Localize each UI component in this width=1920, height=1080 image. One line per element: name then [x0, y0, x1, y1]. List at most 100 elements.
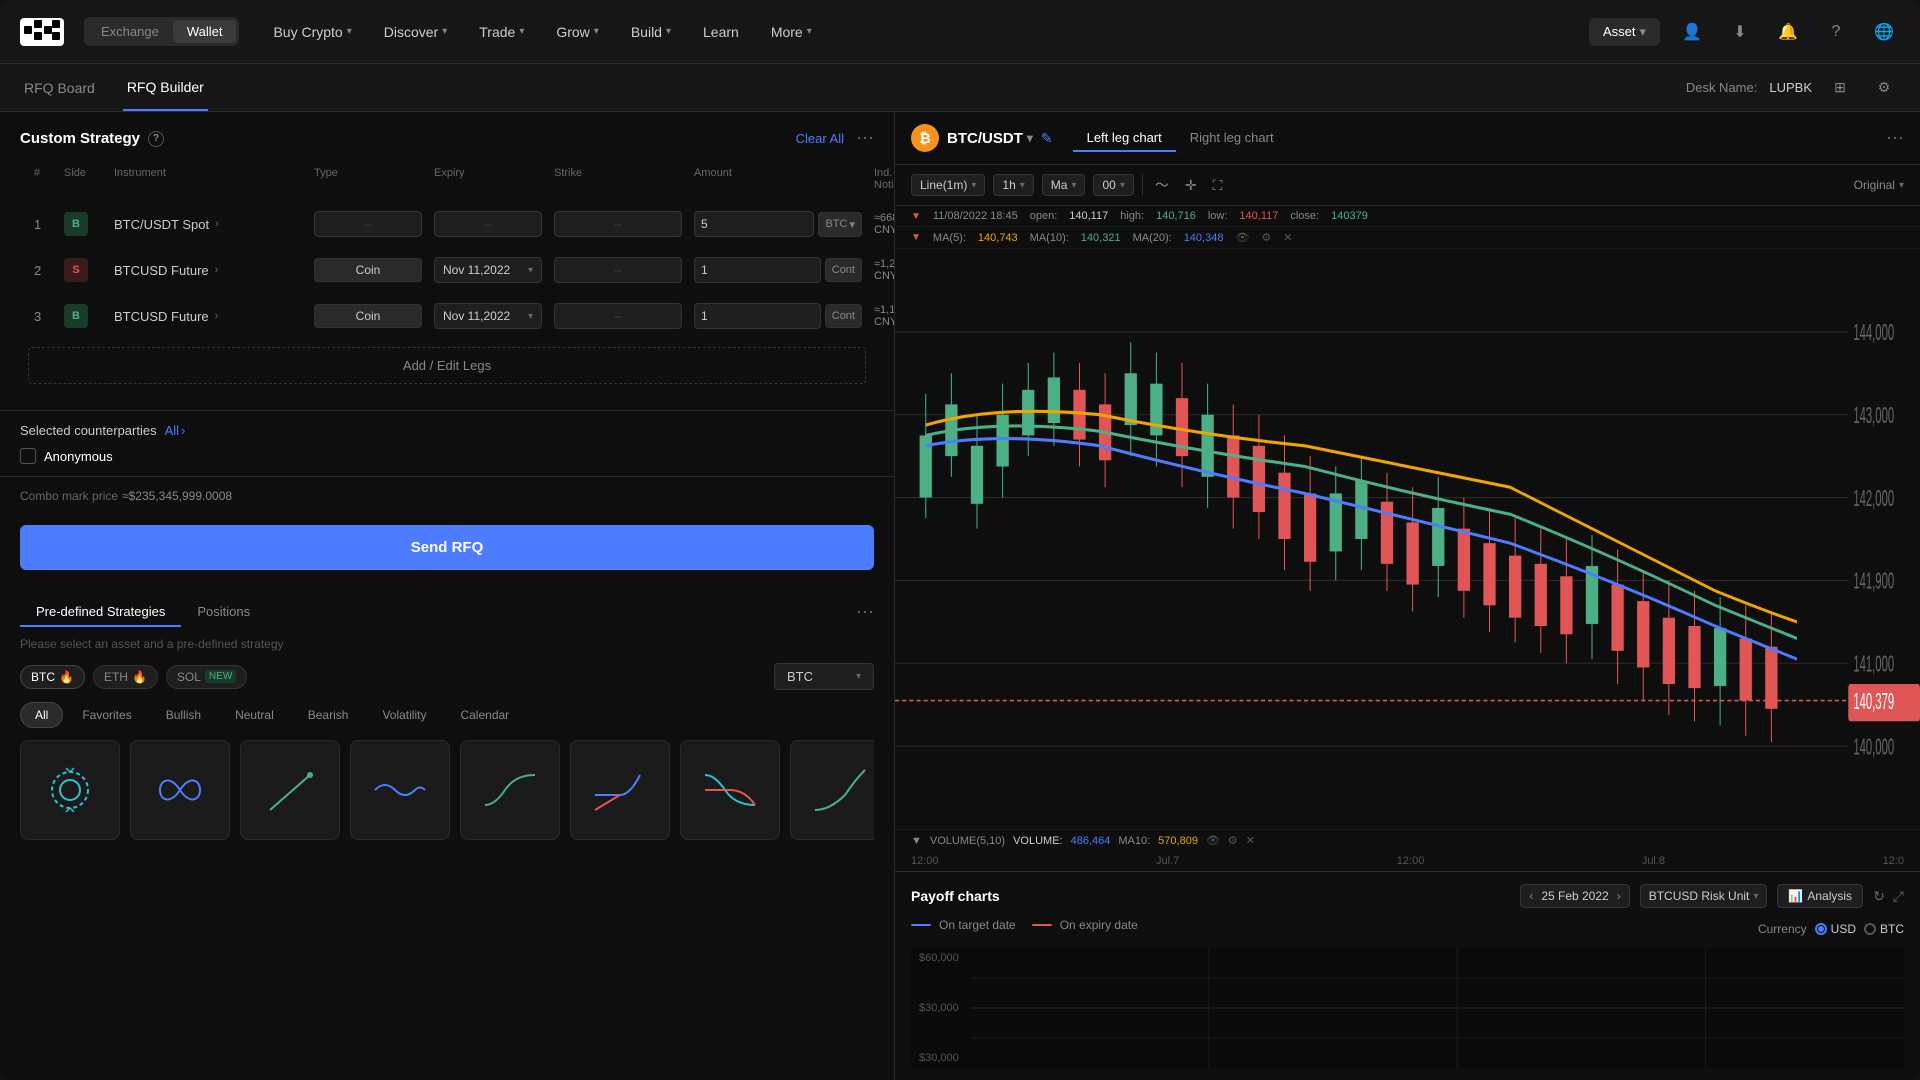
tab-left-leg[interactable]: Left leg chart: [1073, 125, 1176, 152]
strategy-card-4[interactable]: [350, 740, 450, 840]
strategy-help-icon[interactable]: ?: [148, 131, 164, 147]
chart-menu[interactable]: ⋯: [1886, 128, 1904, 149]
row2-expiry-select[interactable]: Nov 11,2022 ▾: [434, 257, 542, 283]
all-counterparties-link[interactable]: All ›: [165, 423, 186, 438]
cat-calendar[interactable]: Calendar: [445, 702, 524, 728]
settings-icon[interactable]: ⚙: [1868, 72, 1900, 104]
vol-eye-icon[interactable]: 👁: [1206, 834, 1220, 847]
row3-instrument-cell[interactable]: BTCUSD Future ›: [114, 309, 302, 324]
row2-strike-input[interactable]: --: [554, 257, 682, 283]
tab-right-leg[interactable]: Right leg chart: [1176, 125, 1288, 152]
strategy-card-7[interactable]: [680, 740, 780, 840]
nav-more[interactable]: More ▾: [757, 18, 826, 46]
row3-strike-input[interactable]: --: [554, 303, 682, 329]
sub-nav-rfq-builder[interactable]: RFQ Builder: [123, 64, 208, 111]
strategy-card-5[interactable]: [460, 740, 560, 840]
chip-btc[interactable]: BTC 🔥: [20, 665, 85, 689]
row3-instrument[interactable]: BTCUSD Future ›: [108, 305, 308, 328]
usd-radio[interactable]: [1815, 923, 1827, 935]
chart-crosshair-icon[interactable]: ✛: [1181, 175, 1201, 196]
ma-eye-icon[interactable]: 👁: [1235, 231, 1249, 244]
ma-collapse[interactable]: ▼: [911, 232, 921, 243]
wallet-toggle[interactable]: Wallet: [173, 20, 237, 43]
ma-close-icon[interactable]: ✕: [1283, 231, 1292, 244]
predefined-menu[interactable]: ⋯: [856, 602, 874, 623]
chart-fullscreen-icon[interactable]: ⛶: [1209, 175, 1227, 196]
okx-logo[interactable]: [20, 18, 64, 46]
line-type-select[interactable]: Line(1m) ▾: [911, 174, 985, 196]
tab-predefined[interactable]: Pre-defined Strategies: [20, 598, 181, 627]
asset-name[interactable]: BTC/USDT ▾: [947, 130, 1033, 147]
payoff-expand-icon[interactable]: ⤢: [1893, 888, 1904, 905]
row1-instrument[interactable]: BTC/USDT Spot ›: [108, 213, 308, 236]
nav-buy-crypto[interactable]: Buy Crypto ▾: [259, 18, 365, 46]
original-button[interactable]: Original ▾: [1854, 178, 1904, 192]
row3-type-select[interactable]: Coin: [314, 304, 422, 328]
asset-edit-icon[interactable]: ✎: [1041, 130, 1053, 147]
currency-usd[interactable]: USD: [1815, 922, 1856, 936]
btc-radio[interactable]: [1864, 923, 1876, 935]
row3-amount-input[interactable]: 1: [694, 303, 821, 329]
volume-collapse[interactable]: ▼: [911, 835, 922, 847]
clear-all-button[interactable]: Clear All: [796, 131, 844, 146]
strategy-card-1[interactable]: [20, 740, 120, 840]
interval-select[interactable]: 00 ▾: [1093, 174, 1133, 196]
indicator-select[interactable]: Ma ▾: [1042, 174, 1086, 196]
ohlc-collapse[interactable]: ▼: [911, 211, 921, 222]
nav-learn[interactable]: Learn: [689, 18, 753, 46]
nav-grow[interactable]: Grow ▾: [542, 18, 612, 46]
strategy-card-3[interactable]: [240, 740, 340, 840]
payoff-refresh-icon[interactable]: ↻: [1873, 888, 1885, 905]
date-prev-btn[interactable]: ‹: [1529, 889, 1533, 903]
cat-bullish[interactable]: Bullish: [151, 702, 216, 728]
row1-unit-select[interactable]: BTC ▾: [818, 212, 862, 237]
row3-expiry-select[interactable]: Nov 11,2022 ▾: [434, 303, 542, 329]
exchange-toggle[interactable]: Exchange: [87, 20, 173, 43]
analysis-button[interactable]: 📊 Analysis: [1777, 884, 1863, 908]
send-rfq-button[interactable]: Send RFQ: [20, 525, 874, 570]
currency-btc[interactable]: BTC: [1864, 922, 1904, 936]
row1-amount-input[interactable]: 5: [694, 211, 814, 237]
chip-eth[interactable]: ETH 🔥: [93, 665, 158, 689]
row2-unit-select[interactable]: Cont: [825, 258, 862, 282]
nav-trade[interactable]: Trade ▾: [465, 18, 538, 46]
strategy-menu[interactable]: ⋯: [856, 128, 874, 149]
tab-positions[interactable]: Positions: [181, 598, 266, 627]
download-icon[interactable]: ⬇: [1724, 16, 1756, 48]
add-legs-button[interactable]: Add / Edit Legs: [28, 347, 866, 384]
vol-close-icon[interactable]: ✕: [1246, 834, 1255, 847]
timeframe-select[interactable]: 1h ▾: [993, 174, 1033, 196]
cat-bearish[interactable]: Bearish: [293, 702, 364, 728]
risk-unit-select[interactable]: BTCUSD Risk Unit ▾: [1640, 884, 1768, 908]
crypto-dropdown[interactable]: BTC ▾: [774, 663, 874, 690]
globe-icon[interactable]: 🌐: [1868, 16, 1900, 48]
date-next-btn[interactable]: ›: [1617, 889, 1621, 903]
row2-amount-input[interactable]: 1: [694, 257, 821, 283]
row2-instrument[interactable]: BTCUSD Future ›: [108, 259, 308, 282]
strategy-card-2[interactable]: [130, 740, 230, 840]
user-icon[interactable]: 👤: [1676, 16, 1708, 48]
layout-icon[interactable]: ⊞: [1824, 72, 1856, 104]
cat-volatility[interactable]: Volatility: [367, 702, 441, 728]
anonymous-checkbox[interactable]: [20, 448, 36, 464]
asset-button[interactable]: Asset ▾: [1589, 18, 1660, 46]
cat-neutral[interactable]: Neutral: [220, 702, 289, 728]
chip-sol[interactable]: SOL NEW: [166, 665, 247, 689]
row3-unit-select[interactable]: Cont: [825, 304, 862, 328]
bell-icon[interactable]: 🔔: [1772, 16, 1804, 48]
candlestick-chart[interactable]: 144,000 143,000 142,000 141,900 141,000 …: [895, 249, 1920, 829]
row1-type-input[interactable]: --: [314, 211, 422, 237]
cat-favorites[interactable]: Favorites: [67, 702, 146, 728]
strategy-card-6[interactable]: [570, 740, 670, 840]
row1-expiry-input[interactable]: --: [434, 211, 542, 237]
help-icon-nav[interactable]: ?: [1820, 16, 1852, 48]
row2-type-select[interactable]: Coin: [314, 258, 422, 282]
vol-settings-icon[interactable]: ⚙: [1228, 834, 1238, 847]
strategy-card-8[interactable]: [790, 740, 874, 840]
row1-strike-input[interactable]: --: [554, 211, 682, 237]
ma-settings-icon[interactable]: ⚙: [1261, 231, 1271, 244]
chart-draw-icon[interactable]: 〜: [1151, 173, 1173, 197]
row2-instrument-cell[interactable]: BTCUSD Future ›: [114, 263, 302, 278]
cat-all[interactable]: All: [20, 702, 63, 728]
nav-build[interactable]: Build ▾: [617, 18, 685, 46]
